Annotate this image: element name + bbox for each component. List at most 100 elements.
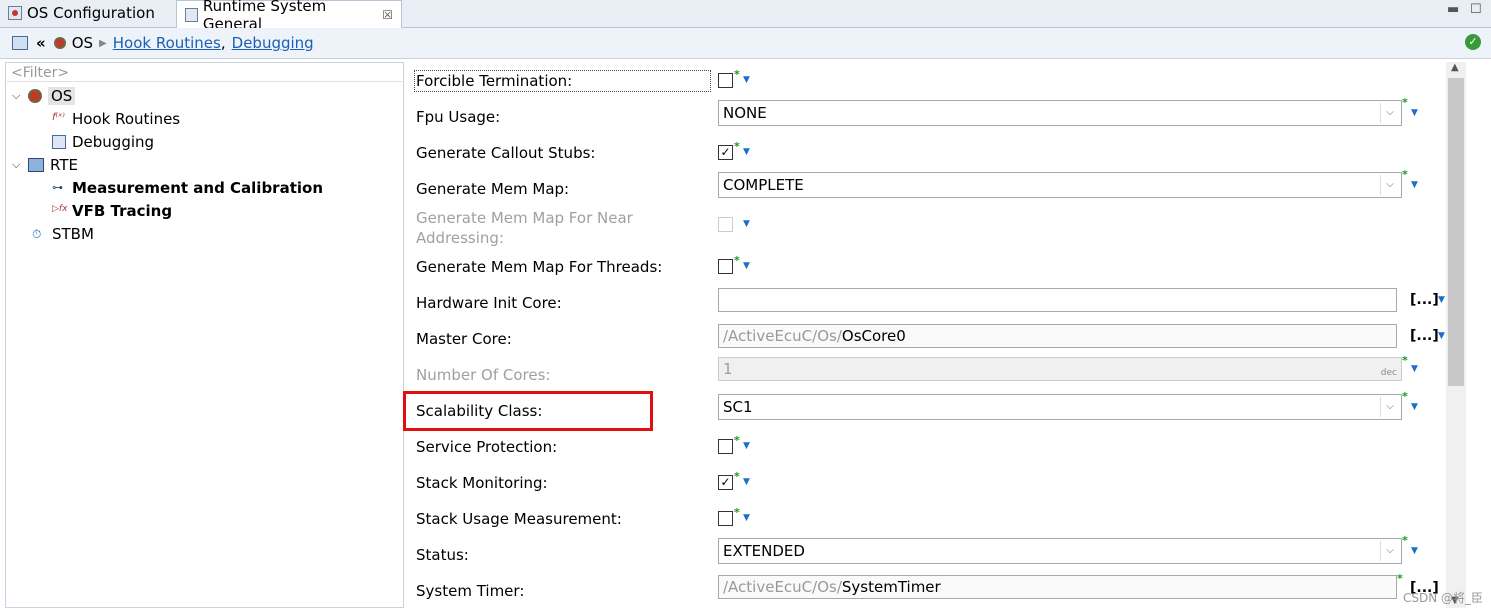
- dropdown-arrow-icon[interactable]: ▼: [743, 75, 750, 85]
- field-value: SystemTimer: [841, 578, 941, 596]
- dropdown-arrow-icon[interactable]: ▼: [743, 477, 750, 487]
- tab-runtime-system-general[interactable]: Runtime System General ☒: [176, 0, 402, 33]
- reference-hardware-init-core[interactable]: [718, 288, 1397, 312]
- combo-value: SC1: [723, 398, 753, 416]
- browse-button[interactable]: [...]: [1410, 292, 1439, 308]
- dropdown-arrow-icon[interactable]: ▼: [743, 513, 750, 523]
- modified-marker: *: [734, 68, 740, 81]
- chevron-down-icon[interactable]: ⌵: [1380, 175, 1399, 195]
- vertical-scrollbar[interactable]: ▲ ▼: [1446, 62, 1466, 608]
- tree-item-measurement-calibration[interactable]: ⊶ Measurement and Calibration: [52, 177, 323, 199]
- modified-marker: *: [1402, 390, 1408, 403]
- dropdown-arrow-icon[interactable]: ▼: [1411, 180, 1418, 190]
- checkbox-stack-monitoring[interactable]: ✓: [718, 475, 733, 490]
- tab-os-configuration[interactable]: OS Configuration: [0, 0, 175, 26]
- rte-icon: [28, 158, 44, 172]
- tab-label: OS Configuration: [27, 4, 155, 22]
- label-generate-mem-map-near: Generate Mem Map For Near: [416, 209, 633, 227]
- show-tree-icon[interactable]: [12, 36, 28, 50]
- label-generate-mem-map-near-line2: Addressing:: [416, 229, 504, 247]
- combo-scalability-class[interactable]: SC1 ⌵: [718, 394, 1402, 420]
- modified-marker: *: [734, 140, 740, 153]
- field-value: 1: [723, 360, 733, 378]
- combo-fpu-usage[interactable]: NONE ⌵: [718, 100, 1402, 126]
- dropdown-arrow-icon[interactable]: ▼: [743, 219, 750, 229]
- function-icon: f⁽ˣ⁾: [52, 112, 65, 123]
- label-service-protection: Service Protection:: [416, 438, 558, 456]
- chevron-down-icon[interactable]: ⌵: [1380, 397, 1399, 417]
- breadcrumb: « OS ▶ Hook Routines, Debugging ✓: [0, 28, 1491, 59]
- label-stack-usage-measurement: Stack Usage Measurement:: [416, 510, 622, 528]
- label-hardware-init-core: Hardware Init Core:: [416, 294, 562, 312]
- modified-marker: *: [734, 434, 740, 447]
- label-scalability-class: Scalability Class:: [416, 402, 543, 420]
- trace-icon: ▷fx: [52, 204, 68, 214]
- watermark: CSDN @将_臣: [1402, 591, 1483, 605]
- modified-marker: *: [1402, 96, 1408, 109]
- double-chevron-left-icon[interactable]: «: [36, 34, 46, 52]
- checkbox-service-protection[interactable]: [718, 439, 733, 454]
- tree-filter-input[interactable]: <Filter>: [7, 64, 402, 82]
- dropdown-arrow-icon[interactable]: ▼: [743, 261, 750, 271]
- unit-label: dec: [1380, 368, 1397, 378]
- measurement-icon: ⊶: [52, 181, 63, 194]
- dropdown-arrow-icon[interactable]: ▼: [1411, 364, 1418, 374]
- combo-status[interactable]: EXTENDED ⌵: [718, 538, 1402, 564]
- editor-icon: [185, 7, 198, 22]
- scroll-up-icon[interactable]: ▲: [1451, 62, 1459, 73]
- dropdown-arrow-icon[interactable]: ▼: [1438, 331, 1445, 341]
- dropdown-arrow-icon[interactable]: ▼: [1411, 546, 1418, 556]
- chevron-down-icon[interactable]: ⌵: [12, 158, 22, 172]
- reference-system-timer[interactable]: /ActiveEcuC/Os/SystemTimer: [718, 575, 1397, 599]
- checkbox-generate-callout-stubs[interactable]: ✓: [718, 145, 733, 160]
- dropdown-arrow-icon[interactable]: ▼: [1438, 295, 1445, 305]
- checkbox-forcible-termination[interactable]: [718, 73, 733, 88]
- modified-marker: *: [1402, 168, 1408, 181]
- tree-item-label: RTE: [50, 156, 78, 174]
- close-icon[interactable]: ☒: [382, 8, 393, 22]
- minimize-icon[interactable]: ▬: [1447, 2, 1459, 17]
- os-config-icon: [8, 6, 22, 20]
- combo-value: COMPLETE: [723, 176, 804, 194]
- label-fpu-usage: Fpu Usage:: [416, 108, 501, 126]
- combo-generate-mem-map[interactable]: COMPLETE ⌵: [718, 172, 1402, 198]
- reference-master-core[interactable]: /ActiveEcuC/Os/OsCore0: [718, 324, 1397, 348]
- breadcrumb-separator: ,: [220, 34, 226, 52]
- tree-item-os[interactable]: ⌵ OS: [12, 85, 76, 107]
- tree-item-rte[interactable]: ⌵ RTE: [12, 154, 78, 176]
- os-gear-icon: [28, 89, 42, 103]
- breadcrumb-root[interactable]: OS: [72, 34, 93, 52]
- tree-item-hook-routines[interactable]: f⁽ˣ⁾ Hook Routines: [52, 108, 180, 130]
- tree-item-label: Debugging: [72, 133, 155, 151]
- dropdown-arrow-icon[interactable]: ▼: [1411, 108, 1418, 118]
- modified-marker: *: [734, 470, 740, 483]
- tree-item-debugging[interactable]: Debugging: [52, 131, 154, 153]
- combo-value: NONE: [723, 104, 767, 122]
- chevron-down-icon[interactable]: ⌵: [1380, 103, 1399, 123]
- label-system-timer: System Timer:: [416, 582, 525, 600]
- link-hook-routines[interactable]: Hook Routines: [113, 34, 221, 52]
- scrollbar-thumb[interactable]: [1448, 78, 1464, 386]
- dropdown-arrow-icon[interactable]: ▼: [1411, 402, 1418, 412]
- label-generate-mem-map: Generate Mem Map:: [416, 180, 570, 198]
- os-gear-icon: [53, 37, 66, 49]
- chevron-down-icon[interactable]: ⌵: [12, 89, 22, 103]
- chevron-down-icon[interactable]: ⌵: [1380, 541, 1399, 561]
- tree-item-label: VFB Tracing: [72, 202, 173, 220]
- path-prefix: /ActiveEcuC/Os/: [723, 327, 842, 345]
- checkbox-generate-mem-map-threads[interactable]: [718, 259, 733, 274]
- tree-item-label: OS: [48, 87, 76, 105]
- navigation-tree: <Filter> ⌵ OS f⁽ˣ⁾ Hook Routines Debuggi…: [5, 62, 404, 608]
- dropdown-arrow-icon[interactable]: ▼: [743, 441, 750, 451]
- tree-item-stbm[interactable]: ⏱ STBM: [32, 223, 94, 245]
- dropdown-arrow-icon[interactable]: ▼: [743, 147, 750, 157]
- checkbox-generate-mem-map-near: [718, 217, 733, 232]
- link-debugging[interactable]: Debugging: [232, 34, 314, 52]
- label-generate-mem-map-threads: Generate Mem Map For Threads:: [416, 258, 663, 276]
- path-prefix: /ActiveEcuC/Os/: [723, 578, 842, 596]
- maximize-icon[interactable]: ☐: [1470, 2, 1482, 17]
- checkbox-stack-usage-measurement[interactable]: [718, 511, 733, 526]
- field-value: OsCore0: [841, 327, 906, 345]
- browse-button[interactable]: [...]: [1410, 328, 1439, 344]
- tree-item-vfb-tracing[interactable]: ▷fx VFB Tracing: [52, 200, 172, 222]
